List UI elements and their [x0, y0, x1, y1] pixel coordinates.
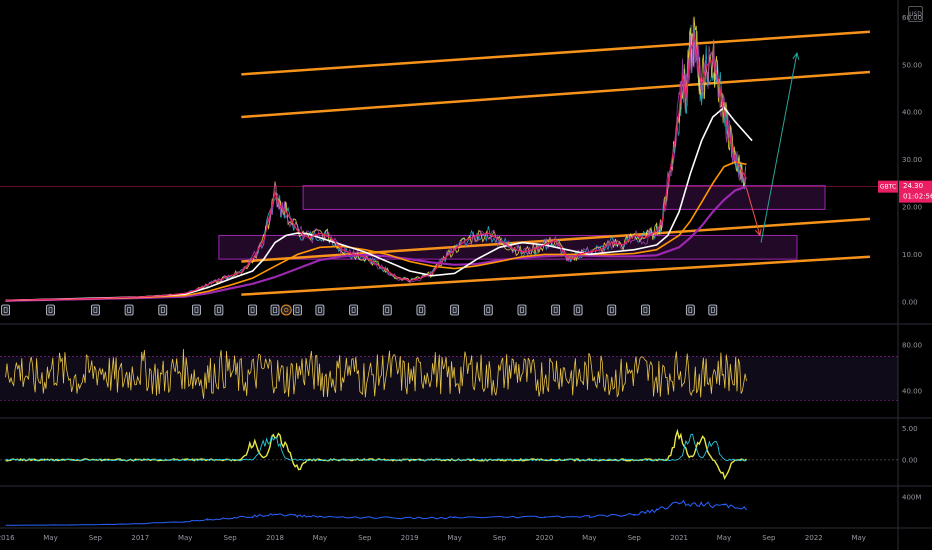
price-tag-countdown: 01:02:56 — [903, 193, 932, 201]
oscillator-axis-tick-1: 5.00 — [902, 425, 918, 433]
time-axis-tick-10: May — [447, 534, 461, 542]
earnings-marker-7 — [248, 304, 257, 316]
earnings-marker-1 — [46, 304, 55, 316]
earnings-marker-15 — [483, 304, 493, 316]
arrow-up-shaft — [760, 52, 798, 243]
dividend-marker — [280, 304, 292, 316]
earnings-marker-13 — [416, 304, 426, 316]
time-axis-tick-12: 2020 — [535, 534, 553, 542]
time-axis-tick-13: May — [582, 534, 596, 542]
price-axis-tick-3: 30.00 — [902, 156, 922, 164]
channel-line-1 — [241, 70, 871, 119]
earnings-marker-0 — [1, 304, 11, 316]
time-axis-tick-1: May — [43, 534, 57, 542]
time-axis-tick-9: 2019 — [401, 534, 419, 542]
time-axis-tick-14: Sep — [628, 534, 642, 542]
price-axis-tick-1: 10.00 — [902, 251, 922, 259]
channel-line-0 — [241, 30, 871, 76]
chart-canvas[interactable]: 0.0010.0020.0030.0040.0050.0060.0040.008… — [0, 0, 932, 550]
time-axis[interactable]: 2016 May Sep 2017 May Sep 2018 May Sep 2019 May Sep… — [0, 534, 866, 542]
earnings-marker-22 — [708, 304, 718, 316]
time-axis-tick-2: Sep — [89, 534, 103, 542]
earnings-marker-21 — [685, 304, 695, 316]
time-axis-tick-17: Sep — [762, 534, 776, 542]
series-osc-fast — [5, 428, 747, 480]
earnings-marker-12 — [382, 304, 392, 316]
time-axis-tick-6: 2018 — [266, 534, 284, 542]
time-axis-tick-18: 2022 — [805, 534, 823, 542]
series-sma-mid — [5, 161, 747, 302]
channel-line-3 — [241, 255, 871, 296]
time-axis-tick-8: Sep — [358, 534, 372, 542]
earnings-marker-9 — [293, 304, 302, 316]
price-axis-tick-5: 50.00 — [902, 61, 922, 69]
currency-badge[interactable]: USD — [908, 6, 923, 22]
series-volume — [5, 499, 747, 526]
earnings-marker-11 — [349, 304, 358, 316]
time-axis-tick-0: 2016 — [0, 534, 15, 542]
earnings-marker-4 — [158, 304, 168, 316]
rsi-panel — [0, 348, 898, 401]
price-axis-tick-0: 0.00 — [902, 298, 918, 306]
earnings-marker-14 — [450, 304, 460, 316]
earnings-marker-3 — [124, 304, 134, 316]
price-axis-tick-2: 20.00 — [902, 204, 922, 212]
earnings-marker-18 — [573, 304, 583, 316]
oscillator-panel — [0, 428, 898, 480]
support-zones — [218, 185, 826, 260]
time-axis-tick-3: 2017 — [131, 534, 149, 542]
series-osc-slow — [5, 433, 747, 462]
earnings-marker-2 — [91, 304, 100, 316]
time-axis-tick-5: Sep — [224, 534, 238, 542]
oscillator-axis-tick-0: 0.00 — [902, 456, 918, 464]
earnings-marker-10 — [315, 304, 325, 316]
time-axis-tick-7: May — [313, 534, 327, 542]
earnings-marker-19 — [607, 304, 617, 316]
price-tag: GBTC 24.30 01:02:56 — [878, 180, 932, 203]
earnings-marker-8 — [270, 304, 280, 316]
event-markers — [1, 304, 718, 316]
earnings-marker-20 — [641, 304, 650, 316]
volume-axis-tick-0: 400M — [902, 494, 921, 502]
earnings-marker-5 — [192, 304, 201, 316]
time-axis-tick-16: May — [717, 534, 731, 542]
earnings-marker-16 — [517, 304, 527, 316]
time-axis-tick-4: May — [178, 534, 192, 542]
price-axis-tick-4: 40.00 — [902, 109, 922, 117]
volume-panel — [5, 499, 747, 526]
rsi-axis-tick-1: 80.00 — [902, 342, 922, 350]
price-axis[interactable]: 0.0010.0020.0030.0040.0050.0060.0040.008… — [902, 14, 922, 502]
price-tag-symbol: GBTC — [880, 184, 896, 191]
time-axis-tick-15: 2021 — [670, 534, 688, 542]
rsi-axis-tick-0: 40.00 — [902, 388, 922, 396]
time-axis-tick-19: May — [851, 534, 865, 542]
time-axis-tick-11: Sep — [493, 534, 507, 542]
earnings-marker-6 — [214, 304, 224, 316]
support-zone-1 — [218, 234, 798, 260]
earnings-marker-17 — [551, 304, 561, 316]
price-tag-value: 24.30 — [903, 182, 923, 190]
